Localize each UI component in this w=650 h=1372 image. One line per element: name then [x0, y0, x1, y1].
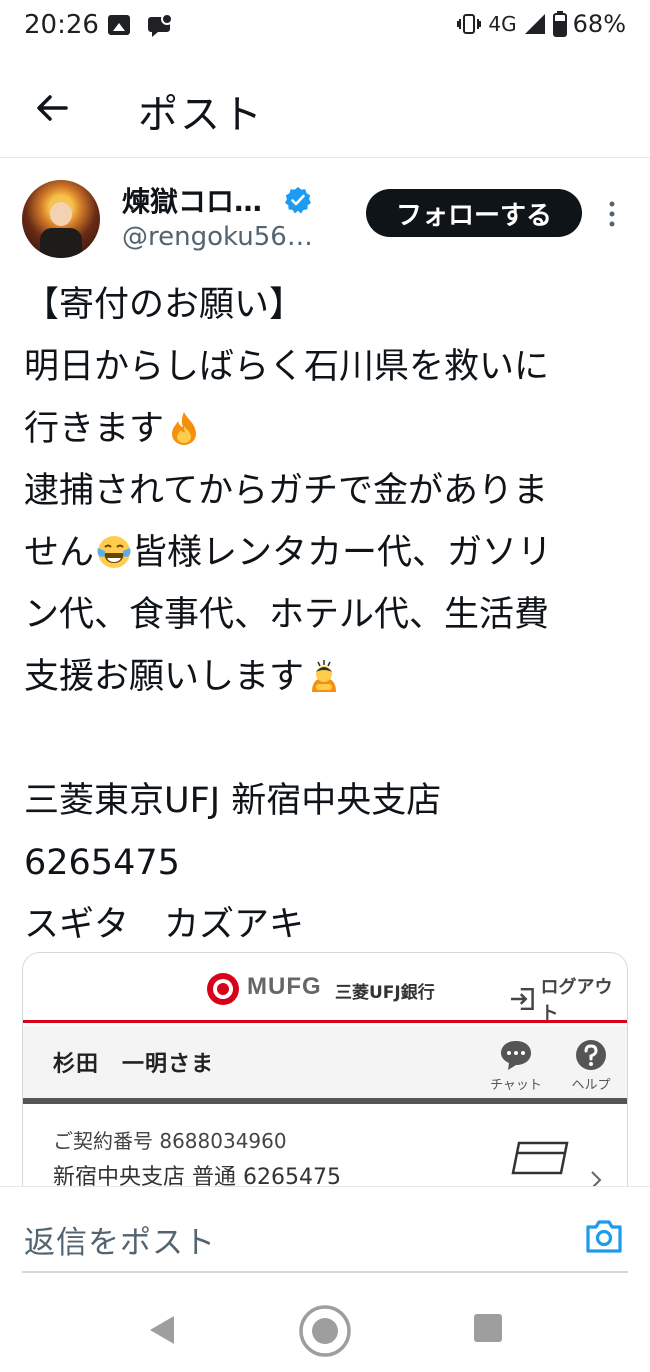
bank-name: 三菱UFJ銀行 [335, 983, 435, 1003]
post-line: 支援お願いします [24, 646, 624, 708]
post-line: 明日からしばらく石川県を救いに [24, 347, 550, 387]
post-image[interactable]: MUFG 三菱UFJ銀行 ログアウト 杉田 一明さま チャット ヘルプ ご契約番… [22, 952, 628, 1192]
bank-help-button: ヘルプ [561, 1038, 621, 1093]
bank-user-row: 杉田 一明さま チャット ヘルプ [23, 1026, 627, 1104]
vibrate-icon [457, 14, 482, 34]
post-line: 行きます [24, 398, 624, 460]
mufg-logo-icon [207, 973, 239, 1005]
bank-chat-button: チャット [483, 1038, 549, 1093]
reply-divider [22, 1271, 628, 1273]
mufg-logo-text: MUFG [247, 973, 322, 1000]
logout-icon [510, 987, 534, 1011]
reply-input[interactable]: 返信をポスト [24, 1217, 216, 1262]
signal-icon [524, 14, 545, 34]
post-line-blank [24, 708, 624, 770]
logout-label: ログアウト [540, 977, 613, 1024]
post-line: 6265475 [24, 843, 180, 883]
follow-button[interactable]: フォローする [366, 189, 582, 237]
system-nav-bar [0, 1290, 650, 1372]
contract-number: ご契約番号 8688034960 [53, 1129, 287, 1153]
post-line: 【寄付のお願い】 [24, 285, 305, 325]
chat-notification-icon [148, 13, 173, 37]
post-line: 三菱東京UFJ 新宿中央支店 [24, 781, 442, 821]
bank-user-name: 杉田 一明さま [53, 1052, 215, 1077]
more-options-icon[interactable] [602, 198, 622, 230]
logout-link: ログアウト [509, 973, 627, 1025]
help-label: ヘルプ [571, 1078, 611, 1093]
status-time: 20:26 [24, 10, 99, 40]
post-line: ン代、食事代、ホテル代、生活費 [24, 595, 550, 635]
battery-icon [552, 11, 567, 37]
nav-recents-icon[interactable] [474, 1314, 502, 1342]
post-line: スギタ カズアキ [24, 905, 305, 945]
author-handle[interactable]: @rengoku56… [122, 222, 313, 252]
author-name[interactable]: 煉獄コロ… [122, 180, 262, 220]
app-header: ポスト [0, 60, 650, 158]
status-bar: 20:26 4G 68% [0, 0, 650, 56]
tears-of-joy-emoji-icon [97, 536, 131, 568]
reply-bar: 返信をポスト [0, 1186, 650, 1286]
network-label: 4G [488, 12, 517, 36]
chat-label: チャット [490, 1078, 542, 1093]
bank-header: MUFG 三菱UFJ銀行 ログアウト [23, 953, 627, 1025]
status-indicators: 4G 68% [456, 10, 626, 38]
post-line: 逮捕されてからガチで金がありま [24, 471, 548, 511]
help-icon [576, 1040, 606, 1070]
bowing-person-emoji-icon [312, 660, 337, 692]
page-title: ポスト [138, 92, 264, 138]
nav-home-icon[interactable] [298, 1304, 352, 1358]
image-notification-icon [108, 15, 130, 35]
passbook-icon [511, 1141, 569, 1175]
nav-back-icon[interactable] [146, 1312, 178, 1348]
avatar[interactable] [22, 180, 100, 258]
post-text: 【寄付のお願い】 明日からしばらく石川県を救いに 行きます 逮捕されてからガチで… [24, 274, 624, 956]
fire-emoji-icon [172, 412, 197, 445]
verified-badge-icon [285, 187, 311, 214]
back-arrow-icon[interactable] [30, 86, 74, 130]
camera-icon[interactable] [584, 1217, 624, 1255]
chat-bubble-icon [501, 1041, 531, 1070]
post-line: せん 皆様レンタカー代、ガソリ [24, 533, 553, 573]
battery-percent: 68% [572, 10, 626, 38]
